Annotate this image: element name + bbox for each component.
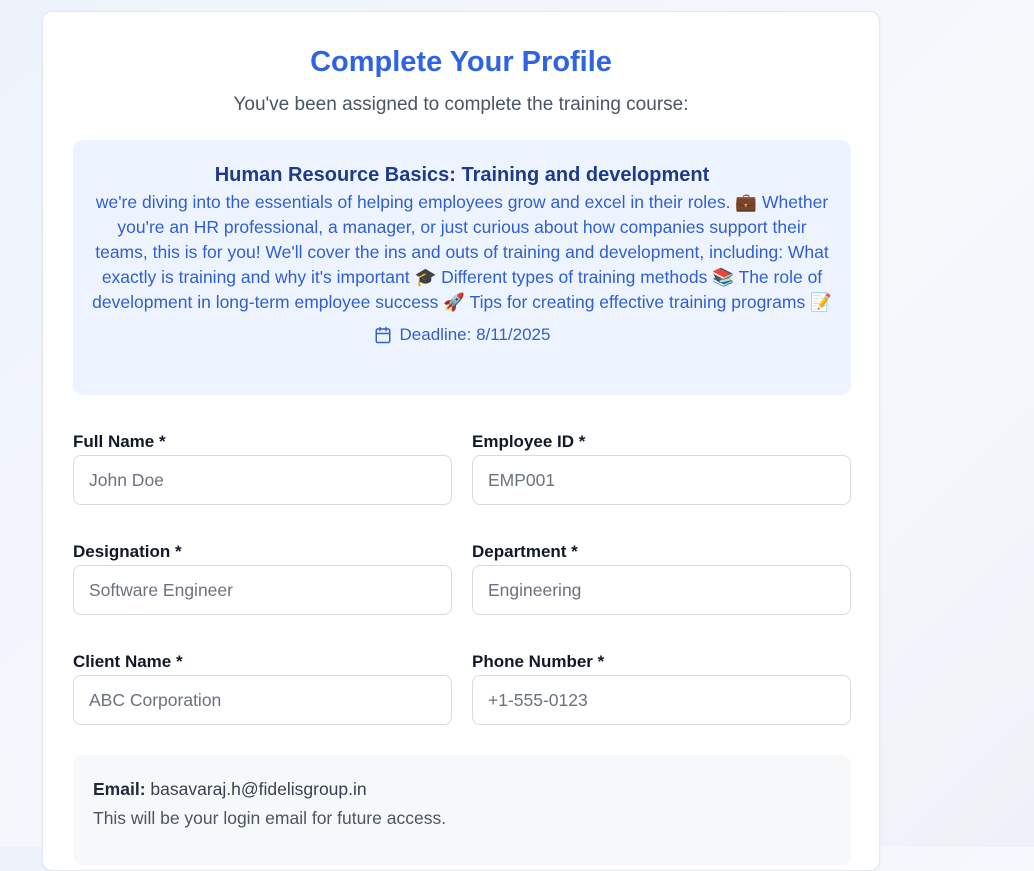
deadline-text: Deadline: 8/11/2025 bbox=[399, 325, 551, 344]
full-name-input[interactable] bbox=[73, 455, 452, 505]
phone-number-label: Phone Number * bbox=[472, 652, 605, 671]
client-name-input[interactable] bbox=[73, 675, 452, 725]
client-name-label: Client Name * bbox=[73, 652, 183, 671]
course-info-panel: Human Resource Basics: Training and deve… bbox=[73, 140, 851, 395]
page-subtitle: You've been assigned to complete the tra… bbox=[233, 94, 689, 115]
department-label: Department * bbox=[472, 542, 578, 561]
email-line: Email: basavaraj.h@fidelisgroup.in bbox=[93, 777, 831, 801]
designation-label: Designation * bbox=[73, 542, 182, 561]
email-note: This will be your login email for future… bbox=[93, 808, 447, 828]
deadline-row: Deadline: 8/11/2025 bbox=[91, 325, 833, 345]
page-title: Complete Your Profile bbox=[310, 46, 612, 78]
full-name-label: Full Name * bbox=[73, 432, 166, 451]
employee-id-label: Employee ID * bbox=[472, 432, 586, 451]
designation-input[interactable] bbox=[73, 565, 452, 615]
course-title: Human Resource Basics: Training and deve… bbox=[214, 164, 710, 186]
email-value: basavaraj.h@fidelisgroup.in bbox=[150, 779, 367, 799]
department-input[interactable] bbox=[472, 565, 851, 615]
profile-card: Complete Your Profile You've been assign… bbox=[42, 11, 880, 871]
email-info-panel: Email: basavaraj.h@fidelisgroup.in This … bbox=[73, 755, 851, 865]
phone-number-input[interactable] bbox=[472, 675, 851, 725]
email-label: Email: bbox=[93, 779, 146, 799]
employee-id-input[interactable] bbox=[472, 455, 851, 505]
course-description: we're diving into the essentials of help… bbox=[92, 192, 832, 312]
calendar-icon bbox=[374, 326, 392, 344]
